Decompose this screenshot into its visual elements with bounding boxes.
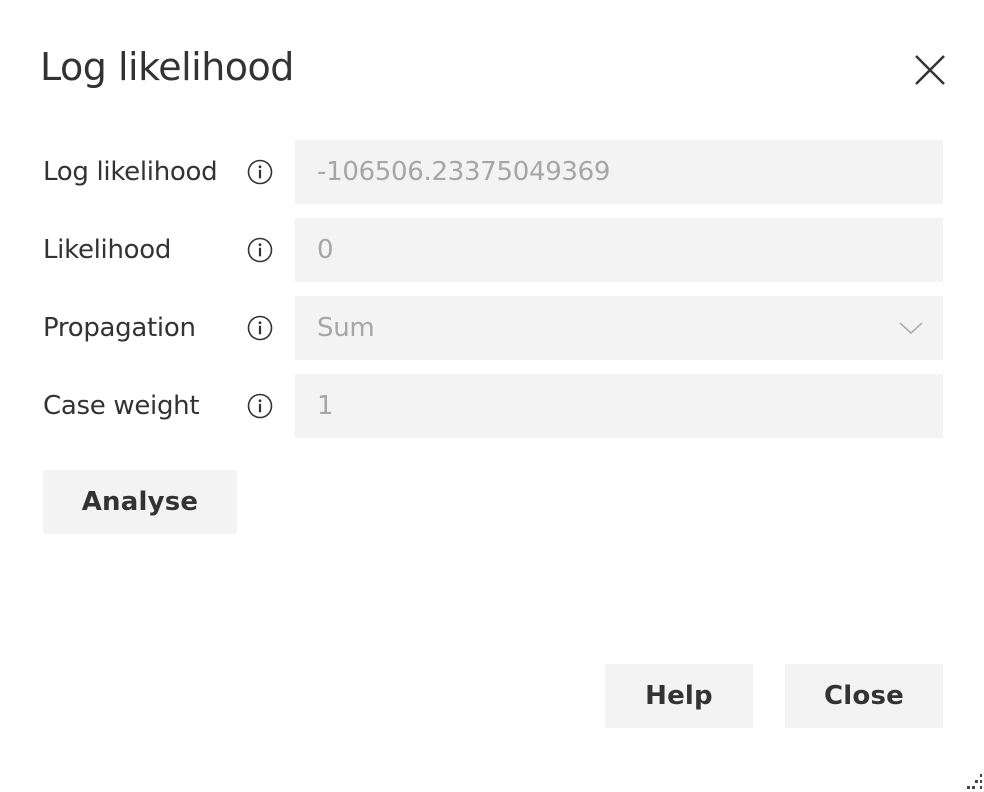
info-icon[interactable]	[247, 315, 273, 341]
info-icon[interactable]	[247, 393, 273, 419]
log-likelihood-label: Log likelihood	[43, 157, 218, 187]
chevron-down-icon[interactable]	[899, 318, 923, 338]
info-icon[interactable]	[247, 237, 273, 263]
propagation-label: Propagation	[43, 313, 196, 343]
log-likelihood-field[interactable]: -106506.23375049369	[295, 140, 943, 204]
info-icon[interactable]	[247, 159, 273, 185]
help-button[interactable]: Help	[605, 664, 753, 728]
likelihood-label: Likelihood	[43, 235, 172, 265]
case-weight-row: Case weight 1	[43, 374, 943, 438]
analyse-button[interactable]: Analyse	[43, 470, 237, 534]
dialog-title: Log likelihood	[40, 45, 294, 89]
close-icon[interactable]	[910, 50, 950, 90]
propagation-select[interactable]: Sum	[295, 296, 943, 360]
log-likelihood-row: Log likelihood -106506.23375049369	[43, 140, 943, 204]
likelihood-field[interactable]: 0	[295, 218, 943, 282]
case-weight-field[interactable]: 1	[295, 374, 943, 438]
close-button[interactable]: Close	[785, 664, 943, 728]
propagation-row: Propagation Sum	[43, 296, 943, 360]
resize-grip-icon[interactable]	[964, 770, 984, 792]
likelihood-row: Likelihood 0	[43, 218, 943, 282]
propagation-selected-value: Sum	[317, 313, 375, 343]
case-weight-label: Case weight	[43, 391, 200, 421]
